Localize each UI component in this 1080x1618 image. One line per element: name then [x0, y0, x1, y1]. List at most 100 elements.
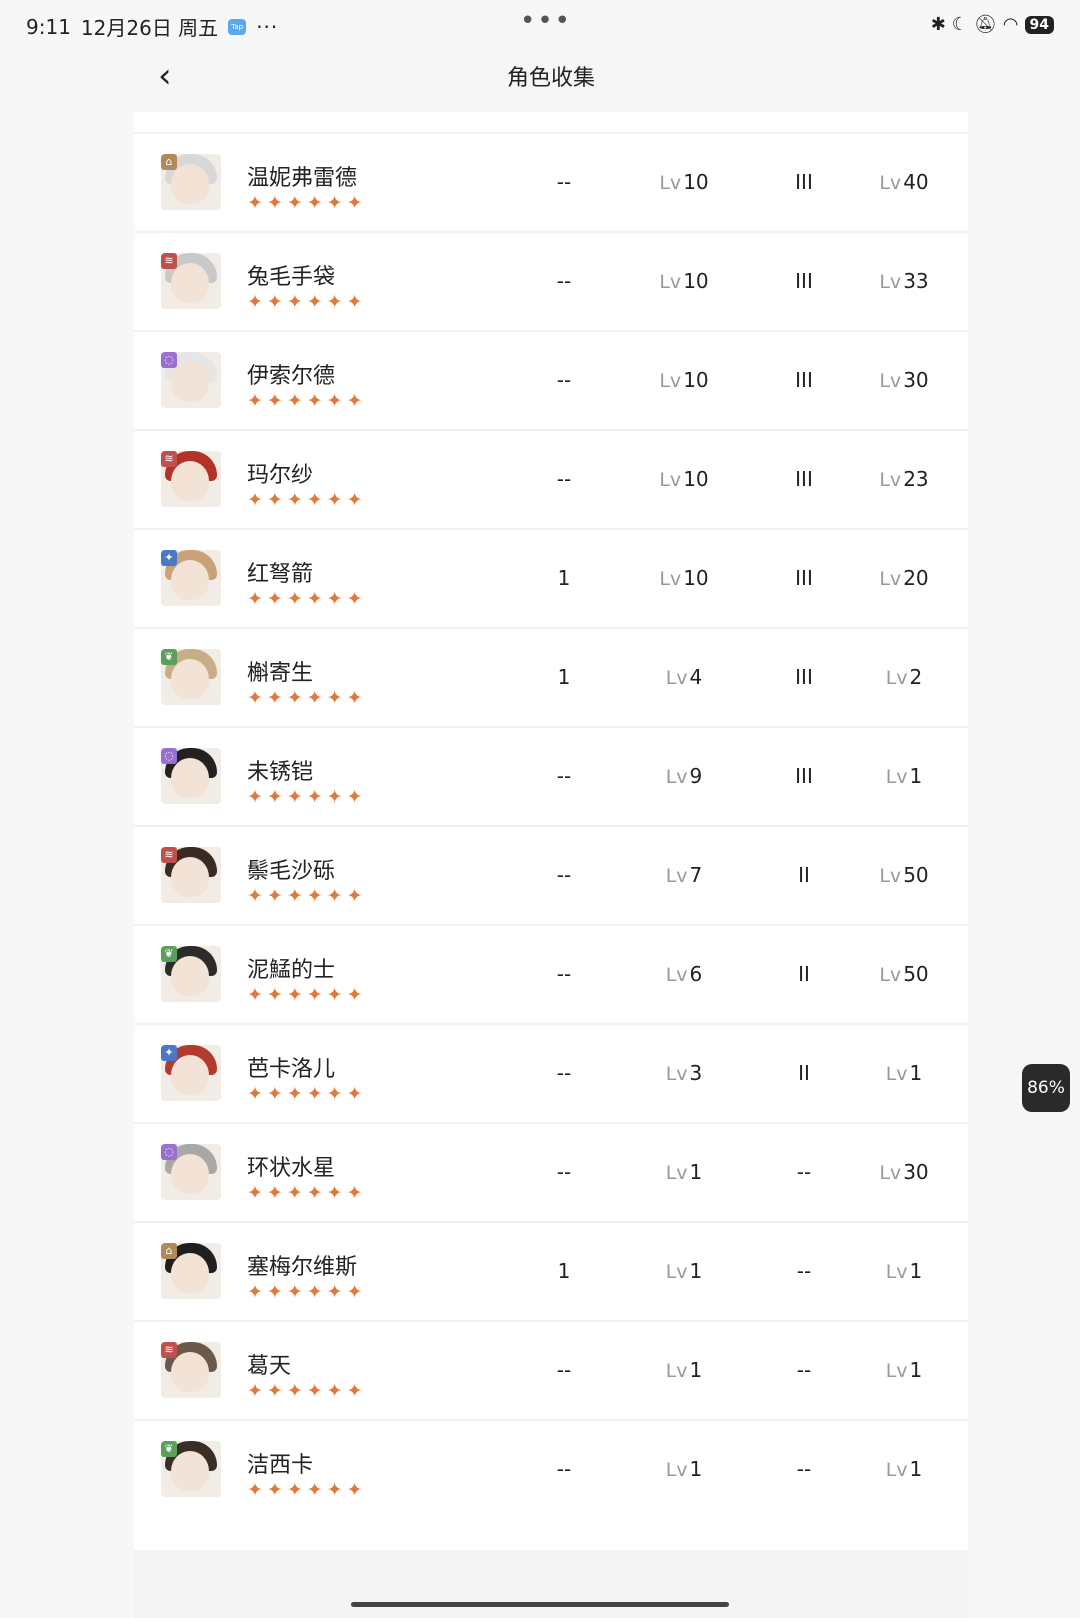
character-row[interactable]: ⌂ 塞梅尔维斯 ✦✦✦✦✦✦ 1 Lv 1 -- Lv 1 — [134, 1221, 968, 1320]
lv-prefix: Lv — [659, 370, 682, 392]
col-1-value: -- — [556, 1358, 572, 1382]
character-avatar: ≋ — [161, 253, 221, 309]
floating-percent-badge[interactable]: 86% — [1022, 1064, 1070, 1112]
col-1-value: -- — [556, 962, 572, 986]
character-row[interactable]: ≋ 葛天 ✦✦✦✦✦✦ -- Lv 1 -- Lv 1 — [134, 1320, 968, 1419]
weapon-level: Lv 50 — [854, 863, 954, 887]
character-level: Lv 1 — [639, 1259, 729, 1283]
character-row[interactable]: ◌ 环状水星 ✦✦✦✦✦✦ -- Lv 1 -- Lv 30 — [134, 1122, 968, 1221]
character-level: Lv 7 — [639, 863, 729, 887]
weapon-level-value: 1 — [909, 1457, 923, 1481]
star-rating: ✦✦✦✦✦✦ — [247, 1380, 367, 1402]
weapon-level: Lv 1 — [854, 1457, 954, 1481]
star-rating: ✦✦✦✦✦✦ — [247, 192, 367, 214]
star-rating: ✦✦✦✦✦✦ — [247, 885, 367, 907]
wifi-icon: ◠ — [1002, 14, 1019, 35]
element-bag-icon: ⌂ — [161, 1243, 177, 1259]
avatar-face — [171, 461, 209, 501]
weapon-level: Lv 30 — [854, 368, 954, 392]
character-row[interactable]: ⌂ 温妮弗雷德 ✦✦✦✦✦✦ -- Lv 10 III Lv 40 — [134, 132, 968, 231]
character-avatar: ❦ — [161, 1441, 221, 1497]
character-avatar: ✦ — [161, 550, 221, 606]
character-level-value: 1 — [689, 1358, 703, 1382]
character-level-value: 1 — [689, 1160, 703, 1184]
character-level-value: 10 — [683, 269, 709, 293]
rank-value: II — [798, 1061, 810, 1085]
character-level-value: 9 — [689, 764, 703, 788]
weapon-level-value: 1 — [909, 1259, 923, 1283]
character-level: Lv 1 — [639, 1457, 729, 1481]
character-avatar: ⌂ — [161, 1243, 221, 1299]
character-level: Lv 10 — [639, 368, 729, 392]
character-row[interactable]: ≋ 兔毛手袋 ✦✦✦✦✦✦ -- Lv 10 III Lv 33 — [134, 231, 968, 330]
weapon-level: Lv 1 — [854, 1259, 954, 1283]
character-row[interactable]: ≋ 鬃毛沙砾 ✦✦✦✦✦✦ -- Lv 7 II Lv 50 — [134, 825, 968, 924]
bottom-area — [134, 1550, 968, 1618]
rank-value: III — [795, 764, 813, 788]
avatar-face — [171, 362, 209, 402]
lv-prefix: Lv — [879, 964, 902, 986]
weapon-level-value: 2 — [909, 665, 923, 689]
avatar-face — [171, 659, 209, 699]
multitask-dots-icon[interactable]: ••• — [520, 6, 572, 36]
status-date: 12月26日 周五 — [80, 16, 219, 40]
character-name: 鬃毛沙砾 — [247, 859, 336, 884]
character-row[interactable]: ❦ 泥鯭的士 ✦✦✦✦✦✦ -- Lv 6 II Lv 50 — [134, 924, 968, 1023]
character-name: 玛尔纱 — [247, 463, 314, 488]
more-notifications-icon: ··· — [256, 14, 279, 39]
weapon-level-value: 33 — [903, 269, 929, 293]
character-avatar: ≋ — [161, 847, 221, 903]
character-row[interactable]: ◌ 未锈铠 ✦✦✦✦✦✦ -- Lv 9 III Lv 1 — [134, 726, 968, 825]
status-left: 9:11 12月26日 周五 Tap ··· — [26, 12, 278, 41]
status-time: 9:11 — [26, 14, 71, 39]
element-plant-icon: ❦ — [161, 946, 177, 962]
element-spirit-icon: ◌ — [161, 352, 177, 368]
rank-value: -- — [796, 1160, 812, 1184]
character-row[interactable]: ✦ 红弩箭 ✦✦✦✦✦✦ 1 Lv 10 III Lv 20 — [134, 528, 968, 627]
character-level-value: 10 — [683, 467, 709, 491]
weapon-level: Lv 20 — [854, 566, 954, 590]
character-level: Lv 10 — [639, 467, 729, 491]
status-right: ✱ ☾ 🔕︎ ◠ 94 — [931, 14, 1054, 35]
character-row[interactable]: ❦ 槲寄生 ✦✦✦✦✦✦ 1 Lv 4 III Lv 2 — [134, 627, 968, 726]
home-indicator[interactable] — [351, 1602, 729, 1607]
avatar-face — [171, 1451, 209, 1491]
character-row[interactable]: ✦ 芭卡洛儿 ✦✦✦✦✦✦ -- Lv 3 II Lv 1 — [134, 1023, 968, 1122]
character-level: Lv 1 — [639, 1160, 729, 1184]
rank-value: II — [798, 962, 810, 986]
character-level-value: 6 — [689, 962, 703, 986]
star-rating: ✦✦✦✦✦✦ — [247, 390, 367, 412]
avatar-face — [171, 857, 209, 897]
tap-app-icon: Tap — [228, 18, 247, 35]
rank-value: -- — [796, 1259, 812, 1283]
star-rating: ✦✦✦✦✦✦ — [247, 1083, 367, 1105]
page-header: ‹ 角色收集 — [134, 38, 968, 112]
character-level-value: 10 — [683, 368, 709, 392]
lv-prefix: Lv — [879, 469, 902, 491]
character-level-value: 1 — [689, 1259, 703, 1283]
col-1-value: 1 — [557, 566, 571, 590]
col-1-value: -- — [556, 467, 572, 491]
character-level: Lv 10 — [639, 566, 729, 590]
character-name: 兔毛手袋 — [247, 265, 336, 290]
star-rating: ✦✦✦✦✦✦ — [247, 786, 367, 808]
lv-prefix: Lv — [885, 1063, 908, 1085]
lv-prefix: Lv — [665, 1162, 688, 1184]
rank-value: II — [798, 863, 810, 887]
character-avatar: ❦ — [161, 649, 221, 705]
lv-prefix: Lv — [885, 766, 908, 788]
star-rating: ✦✦✦✦✦✦ — [247, 588, 367, 610]
lv-prefix: Lv — [885, 667, 908, 689]
weapon-level-value: 1 — [909, 1358, 923, 1382]
lv-prefix: Lv — [665, 1063, 688, 1085]
character-row[interactable]: ◌ 伊索尔德 ✦✦✦✦✦✦ -- Lv 10 III Lv 30 — [134, 330, 968, 429]
star-rating: ✦✦✦✦✦✦ — [247, 489, 367, 511]
element-star-icon: ✦ — [161, 1045, 177, 1061]
lv-prefix: Lv — [665, 667, 688, 689]
col-1-value: 1 — [557, 665, 571, 689]
col-1-value: 1 — [557, 1259, 571, 1283]
character-row[interactable]: ≋ 玛尔纱 ✦✦✦✦✦✦ -- Lv 10 III Lv 23 — [134, 429, 968, 528]
character-avatar: ◌ — [161, 352, 221, 408]
lv-prefix: Lv — [879, 865, 902, 887]
character-row[interactable]: ❦ 洁西卡 ✦✦✦✦✦✦ -- Lv 1 -- Lv 1 — [134, 1419, 968, 1518]
